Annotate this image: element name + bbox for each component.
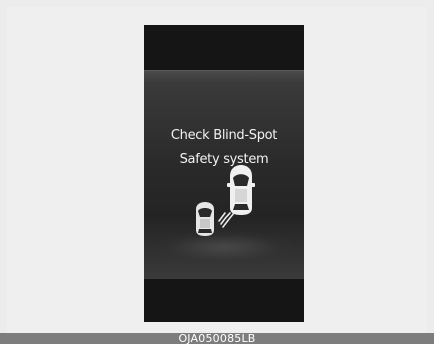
footer-bar: OJA050085LB bbox=[0, 333, 434, 344]
sensor-wave-icon bbox=[218, 212, 235, 228]
blind-spot-two-cars-icon bbox=[196, 165, 255, 236]
cluster-display: Check Blind-Spot Safety system bbox=[144, 25, 304, 322]
image-code-label: OJA050085LB bbox=[178, 332, 256, 344]
page: Check Blind-Spot Safety system OJA050085… bbox=[0, 0, 434, 344]
rear-car-icon bbox=[196, 202, 214, 236]
front-car-icon bbox=[227, 165, 255, 215]
